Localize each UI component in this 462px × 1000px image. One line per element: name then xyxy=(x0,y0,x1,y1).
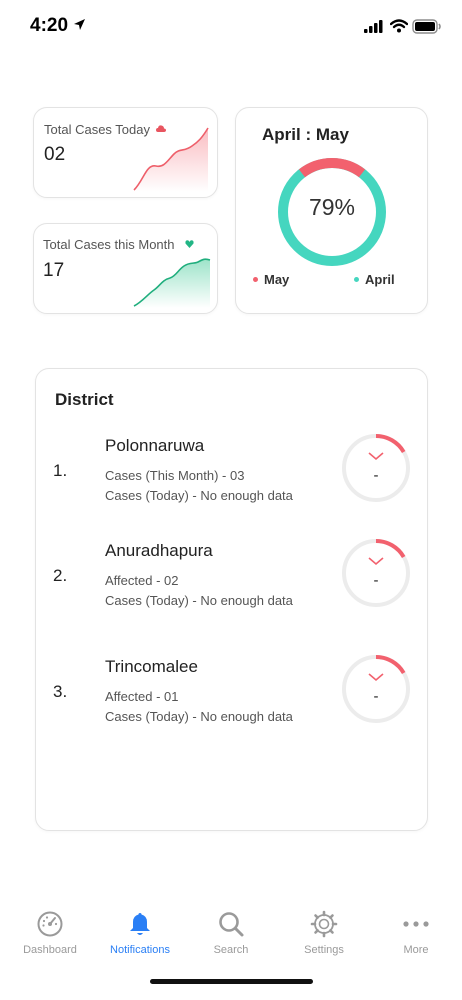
legend-dot-may xyxy=(253,277,258,283)
row-stat-line-1: Affected - 02 xyxy=(105,573,179,588)
tab-label: Notifications xyxy=(110,944,170,956)
tab-more[interactable]: More xyxy=(370,910,462,956)
district-heading: District xyxy=(55,390,114,409)
status-time: 4:20 xyxy=(30,15,69,36)
ratio-title: April : May xyxy=(262,125,349,144)
stat-card-today[interactable]: Total Cases Today 02 xyxy=(33,107,218,198)
row-district-name: Anuradhapura xyxy=(105,541,213,560)
gear-icon xyxy=(310,910,338,938)
gauge-value: - xyxy=(373,467,379,484)
bell-icon xyxy=(130,913,150,935)
signal-icon xyxy=(364,20,383,33)
row-index: 2. xyxy=(53,566,68,585)
chevron-down-icon xyxy=(368,673,384,682)
stat-value-today: 02 xyxy=(44,144,66,165)
row-stat-line-2: Cases (Today) - No enough data xyxy=(105,709,293,724)
legend-may: May xyxy=(253,272,289,287)
gauge-value: - xyxy=(373,572,379,589)
sparkline-today xyxy=(133,127,209,192)
dashboard-gauge-icon xyxy=(37,911,63,937)
district-card: District 1. Polonnaruwa Cases (This Mont… xyxy=(35,368,428,831)
chevron-down-icon xyxy=(368,557,384,566)
row-stat-line-2: Cases (Today) - No enough data xyxy=(105,593,293,608)
status-bar: 4:20 xyxy=(0,0,462,54)
tab-settings[interactable]: Settings xyxy=(278,910,370,956)
gauge-value: - xyxy=(373,688,379,705)
tab-label: Dashboard xyxy=(23,944,77,956)
tab-label: Settings xyxy=(304,944,344,956)
tab-label: Search xyxy=(213,944,249,956)
tab-search[interactable]: Search xyxy=(185,910,277,956)
row-index: 3. xyxy=(53,682,68,701)
wifi-icon xyxy=(390,19,408,33)
stat-card-month[interactable]: Total Cases this Month 17 xyxy=(33,223,218,314)
tab-notifications[interactable]: Notifications xyxy=(94,910,186,956)
district-row-trincomalee[interactable]: 3. Trincomalee Affected - 01 Cases (Toda… xyxy=(36,655,429,747)
ratio-percent-label: 79% xyxy=(308,194,356,220)
stat-value-month: 17 xyxy=(43,260,65,281)
legend-april: April xyxy=(354,272,395,287)
tab-bar: Dashboard Notifications Search Settings xyxy=(0,910,462,972)
row-stat-line-2: Cases (Today) - No enough data xyxy=(105,488,293,503)
sparkline-month xyxy=(133,258,211,308)
tab-label: More xyxy=(403,944,429,956)
legend-dot-april xyxy=(354,277,359,283)
ratio-card[interactable]: April : May 79% May April xyxy=(235,107,428,314)
row-stat-line-1: Affected - 01 xyxy=(105,689,179,704)
more-dots-icon xyxy=(403,921,429,927)
legend-label-may: May xyxy=(264,272,290,287)
battery-icon xyxy=(412,19,441,34)
tab-dashboard[interactable]: Dashboard xyxy=(4,910,96,956)
row-index: 1. xyxy=(53,461,68,480)
district-row-anuradhapura[interactable]: 2. Anuradhapura Affected - 02 Cases (Tod… xyxy=(36,539,429,631)
home-indicator xyxy=(150,979,313,984)
row-district-name: Trincomalee xyxy=(105,657,198,676)
search-icon xyxy=(219,912,244,937)
row-district-name: Polonnaruwa xyxy=(105,436,205,455)
chevron-down-icon xyxy=(368,452,384,461)
legend-label-april: April xyxy=(365,272,395,287)
location-arrow-icon xyxy=(74,19,85,30)
district-row-polonnaruwa[interactable]: 1. Polonnaruwa Cases (This Month) - 03 C… xyxy=(36,434,429,526)
row-stat-line-1: Cases (This Month) - 03 xyxy=(105,468,245,483)
